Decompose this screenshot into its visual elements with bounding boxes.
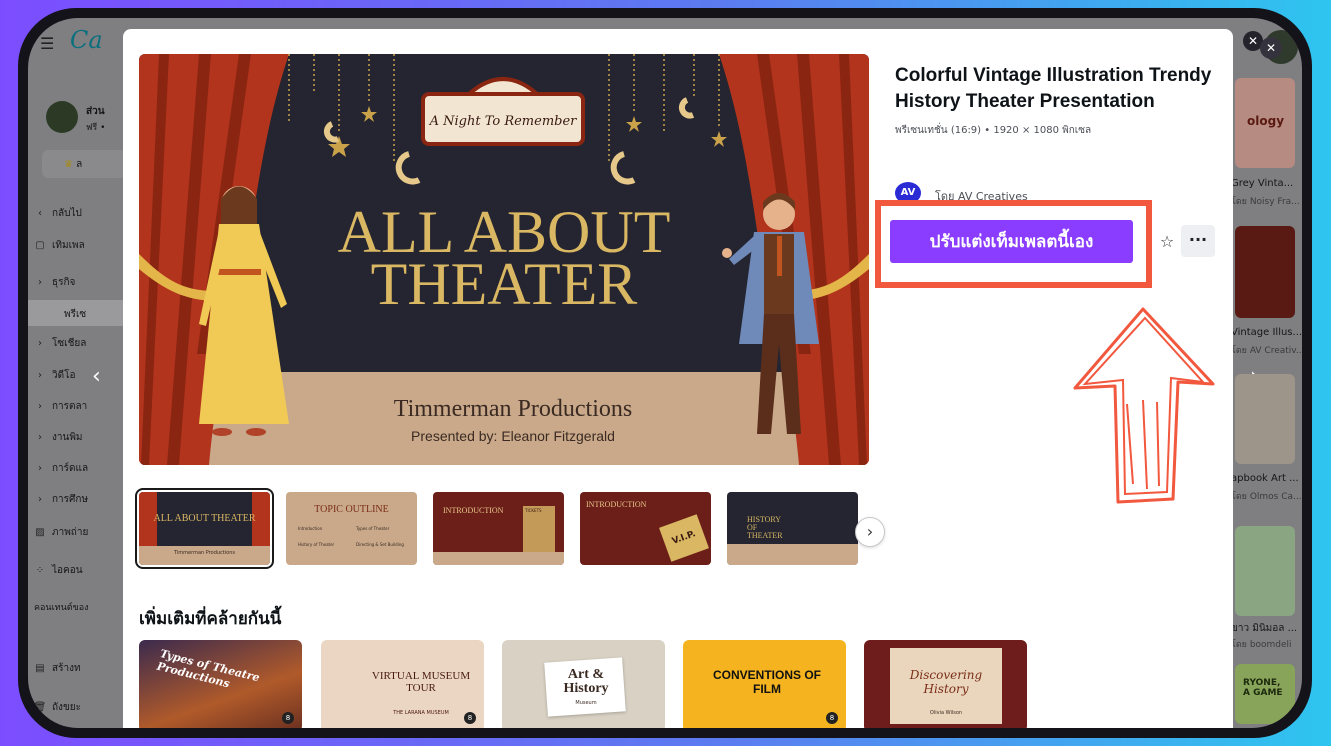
sidebar-item-business[interactable]: › ธุรกิจ	[28, 275, 138, 290]
similar-item-1[interactable]: Types of Theatre Productions 8	[139, 640, 302, 728]
thumbnails-next-button[interactable]: ›	[855, 517, 885, 547]
sidebar-item-back[interactable]: ‹ กลับไป	[28, 206, 138, 221]
template-preview-image: A Night To Remember ALL ABOUT THEATER Ti…	[139, 54, 869, 465]
slide-company: Timmerman Productions	[394, 396, 632, 422]
right-card-author: โดย AV Creativ...	[1231, 346, 1301, 356]
right-card-3[interactable]	[1235, 374, 1295, 464]
similar-item-2[interactable]: VIRTUAL MUSEUM TOUR THE LARANA MUSEUM 8	[321, 640, 484, 728]
app-logo[interactable]: Ca	[70, 26, 103, 54]
sidebar-item-presentations[interactable]: พรีเซ	[28, 300, 138, 326]
right-card-author: โดย Olmos Ca...	[1231, 492, 1301, 502]
sidebar-item-templates[interactable]: ▢ เทิมเพล	[28, 238, 138, 253]
sidebar-item-marketing[interactable]: › การตลา	[28, 399, 138, 414]
template-preview-modal: A Night To Remember ALL ABOUT THEATER Ti…	[123, 29, 1233, 728]
sidebar-item-video[interactable]: › วิดีโอ	[28, 368, 138, 383]
sidebar-item-social[interactable]: › โซเชียล	[28, 336, 138, 351]
template-meta: พรีเซนเทชั่น (16:9) • 1920 × 1080 พิกเซล	[895, 125, 1092, 136]
sidebar-item-trash[interactable]: 🗑 ถังขยะ	[28, 700, 138, 715]
right-card-2[interactable]	[1235, 226, 1295, 318]
more-horizontal-icon: ···	[1188, 230, 1208, 249]
sidebar-item-create[interactable]: ▤ สร้างท	[28, 661, 138, 676]
similar-item-5[interactable]: Discovering History Olivia Wilson	[864, 640, 1027, 728]
similar-item-3[interactable]: Art & History Museum	[502, 640, 665, 728]
upgrade-button[interactable]: ♛ ล	[42, 150, 132, 178]
right-card-title: ขาว มินิมอล ...	[1231, 623, 1298, 634]
close-icon[interactable]: ✕	[1260, 37, 1282, 59]
sidebar-item-cards[interactable]: › การ์ดแล	[28, 461, 138, 476]
slide-illustration: A Night To Remember ALL ABOUT THEATER Ti…	[139, 54, 869, 465]
thumbnail-3[interactable]: INTRODUCTION TICKETS	[433, 492, 564, 565]
sidebar-section-content: คอนเทนต์ของ	[34, 603, 89, 613]
more-options-button[interactable]: ···	[1181, 225, 1215, 257]
hand-drawn-arrow	[1073, 307, 1215, 504]
right-card-title: apbook Art ...	[1231, 473, 1299, 484]
template-title: Colorful Vintage Illustration Trendy His…	[895, 65, 1212, 112]
thumbnail-2[interactable]: TOPIC OUTLINE Introduction Types of Thea…	[286, 492, 417, 565]
slide-headline-2: THEATER	[371, 251, 638, 317]
sidebar-item-education[interactable]: › การศึกษ	[28, 492, 138, 507]
star-outline-icon[interactable]: ☆	[1157, 230, 1177, 254]
slide-presenter: Presented by: Eleanor Fitzgerald	[411, 428, 615, 444]
account-name: ส่วน	[86, 106, 105, 117]
sidebar-item-photos[interactable]: ▨ ภาพถ่าย	[28, 525, 138, 540]
slide-thumbnails: ALL ABOUT THEATER Timmerman Productions …	[135, 488, 899, 569]
account-plan: ฟรี •	[86, 123, 106, 133]
chevron-right-icon: ›	[866, 522, 874, 541]
template-info: Colorful Vintage Illustration Trendy His…	[895, 63, 1215, 138]
right-card-1[interactable]: ology	[1235, 78, 1295, 168]
carousel-prev-icon[interactable]: ‹	[92, 364, 101, 389]
screen: ☰ Ca ✕ ส่วน ฟรี • ♛ ล ‹ กลับไป ▢ เทิมเพล ›…	[28, 18, 1302, 728]
thumbnail-1[interactable]: ALL ABOUT THEATER Timmerman Productions	[135, 488, 274, 569]
thumbnail-5[interactable]: HISTORY OF THEATER	[727, 492, 858, 565]
device-frame: ☰ Ca ✕ ส่วน ฟรี • ♛ ล ‹ กลับไป ▢ เทิมเพล ›…	[18, 8, 1312, 738]
sidebar: ส่วน ฟรี • ♛ ล ‹ กลับไป ▢ เทิมเพล › ธุรกิจ …	[28, 88, 138, 728]
marquee-text: A Night To Remember	[429, 114, 578, 129]
similar-heading: เพิ่มเติมที่คล้ายกันนี้	[139, 609, 282, 629]
sidebar-item-print[interactable]: › งานพิม	[28, 430, 138, 445]
sidebar-item-icons[interactable]: ⁘ ไอคอน	[28, 563, 138, 578]
right-card-author: โดย Noisy Fra...	[1231, 197, 1300, 207]
account-avatar[interactable]	[46, 101, 78, 133]
similar-item-4[interactable]: CONVENTIONS OF FILM 8	[683, 640, 846, 728]
customize-template-button[interactable]: ปรับแต่งเท็มเพลตนี้เอง	[890, 220, 1133, 263]
right-card-title: Grey Vinta...	[1231, 178, 1294, 189]
right-card-4[interactable]	[1235, 526, 1295, 616]
thumbnail-4[interactable]: INTRODUCTION V.I.P.	[580, 492, 711, 565]
right-card-author: โดย boomdeli	[1231, 640, 1292, 650]
right-card-title: Vintage Illus...	[1231, 327, 1301, 338]
right-card-5[interactable]: RYONE, A GAME	[1235, 664, 1295, 724]
hamburger-icon[interactable]: ☰	[40, 34, 54, 53]
